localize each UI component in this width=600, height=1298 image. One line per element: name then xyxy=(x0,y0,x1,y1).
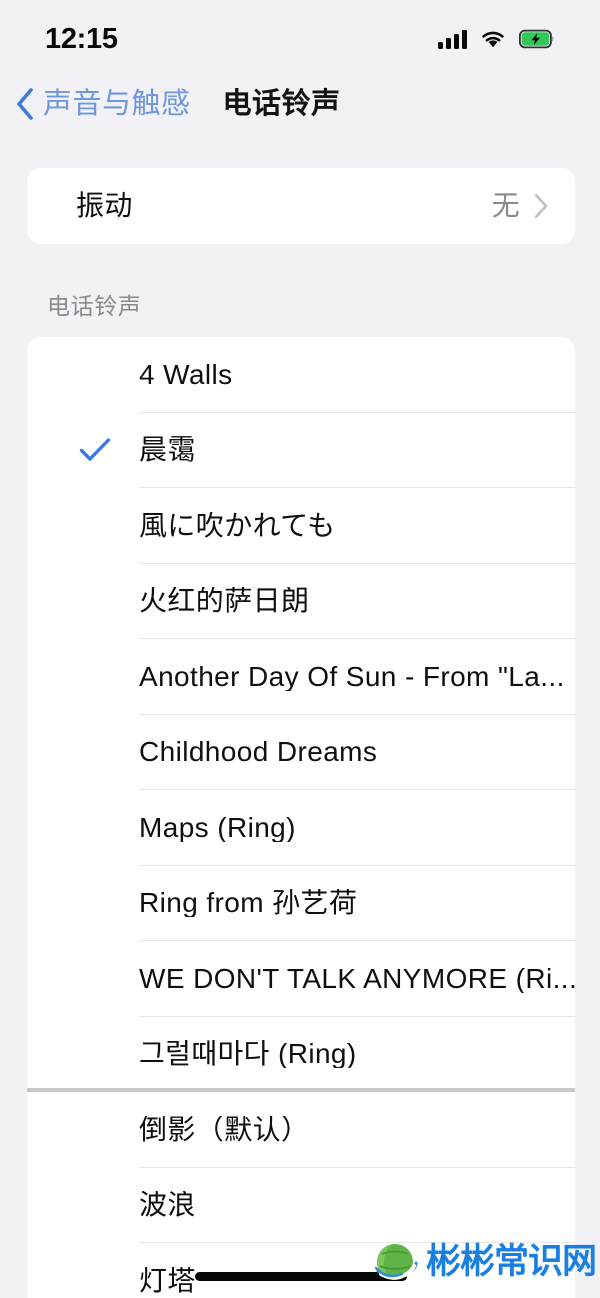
vibration-row-accessory: 无 xyxy=(492,192,549,220)
ringtone-label: 그럴때마다 (Ring) xyxy=(139,1040,357,1069)
globe-icon xyxy=(374,1244,418,1280)
vibration-label: 振动 xyxy=(76,190,133,221)
ringtone-label: WE DON'T TALK ANYMORE (Ri... xyxy=(139,964,575,993)
battery-charging-icon xyxy=(519,29,554,49)
chevron-left-icon xyxy=(17,88,33,120)
ringtone-row[interactable]: 波浪 xyxy=(27,1168,575,1243)
ringtone-row[interactable]: 倒影（默认） xyxy=(27,1092,575,1168)
status-bar-indicators xyxy=(438,23,555,49)
ringtone-row[interactable]: Childhood Dreams xyxy=(27,715,575,790)
ringtone-label: 晨霭 xyxy=(139,436,196,465)
site-watermark: 彬彬常识网 xyxy=(372,1238,597,1286)
ringtone-label: Childhood Dreams xyxy=(139,738,378,767)
vibration-value: 无 xyxy=(491,190,520,221)
ringtone-label: 4 Walls xyxy=(139,360,233,389)
ringtone-label: 波浪 xyxy=(139,1191,196,1220)
ringtone-label: Maps (Ring) xyxy=(139,813,296,842)
ringtone-section-header: 电话铃声 xyxy=(47,293,142,319)
ringtone-row[interactable]: Another Day Of Sun - From "La... xyxy=(27,639,575,715)
chevron-right-icon xyxy=(534,194,548,218)
wifi-icon xyxy=(482,31,504,48)
ringtone-label: 風に吹かれても xyxy=(139,511,336,540)
back-button-label: 声音与触感 xyxy=(43,87,191,120)
ringtone-row[interactable]: 風に吹かれても xyxy=(27,488,575,564)
ringtone-row[interactable]: Ring from 孙艺荷 xyxy=(27,866,575,941)
status-bar: 12:15 xyxy=(0,0,600,72)
ringtone-label: 火红的萨日朗 xyxy=(139,587,310,616)
vibration-row[interactable]: 振动 无 xyxy=(27,168,575,244)
status-bar-time: 12:15 xyxy=(45,22,118,55)
ringtone-row[interactable]: 4 Walls xyxy=(27,337,575,413)
ringtone-label: Ring from 孙艺荷 xyxy=(139,889,358,918)
page-title: 电话铃声 xyxy=(222,87,341,120)
ringtone-list: 4 Walls 晨霭風に吹かれても 火红的萨日朗 Another Day Of Sun… xyxy=(27,337,575,1298)
cellular-signal-icon xyxy=(438,29,467,49)
ringtone-row[interactable]: WE DON'T TALK ANYMORE (Ri... xyxy=(27,941,575,1017)
ringtone-row[interactable]: 그럴때마다 (Ring) xyxy=(27,1017,575,1092)
navigation-bar: 声音与触感 电话铃声 xyxy=(0,78,600,130)
ringtone-row[interactable]: 火红的萨日朗 xyxy=(27,564,575,639)
ringtone-label: Another Day Of Sun - From "La... xyxy=(139,662,565,691)
checkmark-icon xyxy=(79,434,111,466)
ringtone-label: 倒影（默认） xyxy=(139,1115,310,1144)
ringtone-label: 灯塔 xyxy=(139,1266,196,1295)
ringtone-row[interactable]: Maps (Ring) xyxy=(27,790,575,866)
watermark-text: 彬彬常识网 xyxy=(425,1241,597,1282)
vibration-card: 振动 无 xyxy=(27,168,575,244)
ringtone-row[interactable]: 晨霭 xyxy=(27,413,575,488)
back-button[interactable]: 声音与触感 xyxy=(14,87,191,121)
iphone-screen: 12:15 声音与触感 电话铃声 振动 无 电话铃声 4 Walls 晨霭 風に… xyxy=(0,0,600,1298)
